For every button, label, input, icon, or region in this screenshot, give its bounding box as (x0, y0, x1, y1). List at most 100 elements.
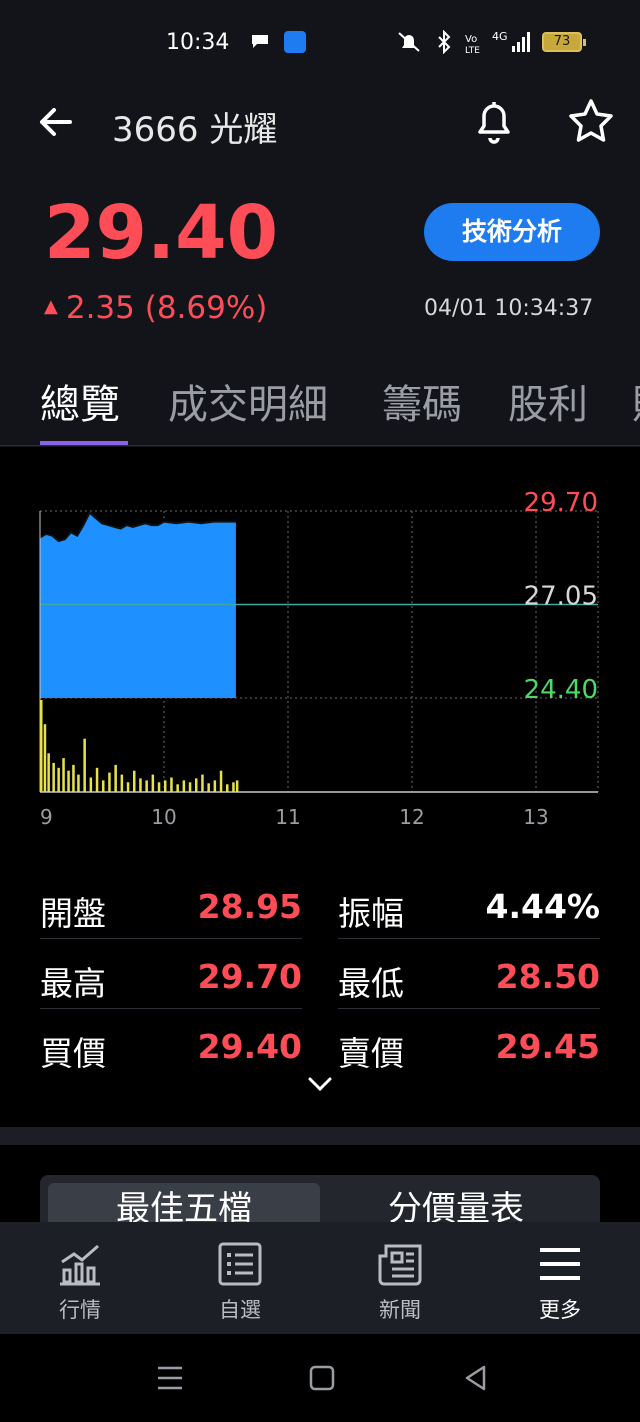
technical-analysis-button[interactable]: 技術分析 (424, 203, 600, 261)
stat-value: 29.45 (495, 1027, 600, 1066)
volume-bar (108, 772, 111, 792)
volume-bar (201, 774, 204, 792)
order-book-section: 最佳五檔 分價量表 (0, 1145, 640, 1222)
volume-bar (120, 774, 124, 792)
volume-bar (195, 778, 198, 792)
back-arrow-icon[interactable] (34, 100, 78, 144)
x-tick-label: 13 (523, 805, 548, 829)
volume-bar (207, 783, 210, 792)
volume-bar (102, 780, 105, 792)
menu-icon (540, 1248, 580, 1280)
recents-icon[interactable] (156, 1364, 184, 1392)
svg-text:Vo: Vo (465, 34, 477, 45)
overview-section: 29.70 27.05 24.40 9 10 11 12 13 開盤 28.95 振幅 4.4… (0, 447, 640, 1127)
stat-value: 28.50 (495, 957, 600, 996)
tab-dividends[interactable]: 股利 (508, 372, 588, 430)
tab-bar: 總覽 成交明細 籌碼 股利 財 (0, 350, 640, 446)
nav-news[interactable]: 新聞 (320, 1222, 480, 1334)
volume-bar (182, 780, 186, 792)
x-tick-label: 9 (40, 805, 53, 829)
volume-bar (226, 784, 229, 792)
stat-label: 買價 (40, 1034, 106, 1073)
current-price: 29.40 (44, 190, 279, 276)
volume-bar (89, 777, 93, 792)
nav-label: 更多 (539, 1298, 581, 1322)
volume-bar (114, 764, 117, 792)
tab-next-partial[interactable]: 財 (632, 372, 640, 430)
volume-bar (139, 778, 142, 792)
stat-ask: 賣價 29.45 (338, 1017, 600, 1079)
volume-bar (164, 780, 167, 792)
best-five-tab[interactable]: 最佳五檔 (48, 1183, 320, 1222)
stat-bid: 買價 29.40 (40, 1017, 302, 1079)
stat-value: 29.40 (197, 1027, 302, 1066)
volte-icon: VoLTE (465, 34, 480, 54)
bottom-nav: 行情 自選 新聞 更多 (0, 1222, 640, 1334)
up-triangle-icon: ▲ (44, 296, 58, 317)
home-icon[interactable] (308, 1364, 336, 1392)
tab-overview[interactable]: 總覽 (40, 372, 120, 430)
quote-timestamp: 04/01 10:34:37 (424, 296, 594, 321)
stat-label: 開盤 (40, 894, 106, 933)
nav-more[interactable]: 更多 (480, 1222, 640, 1334)
stat-amplitude: 振幅 4.44% (338, 877, 600, 939)
battery-icon: 73 (542, 32, 586, 52)
volume-bar (72, 764, 75, 792)
stat-label: 最低 (338, 964, 404, 1003)
y-label-high: 29.70 (524, 488, 598, 518)
price-change: ▲ 2.35 (8.69%) (44, 290, 267, 326)
volume-bar (95, 767, 99, 792)
back-icon[interactable] (462, 1364, 490, 1392)
stat-value: 28.95 (197, 887, 302, 926)
chart-icon (60, 1244, 100, 1286)
volume-bar (232, 782, 235, 792)
chat-icon (252, 35, 268, 48)
star-icon[interactable] (566, 96, 616, 146)
volume-bar (219, 770, 223, 792)
mute-icon (398, 32, 420, 52)
tab-trade-details[interactable]: 成交明細 (168, 372, 328, 430)
volume-bar (176, 784, 179, 792)
volume-bar (157, 782, 161, 792)
bluetooth-icon (438, 30, 451, 54)
nav-label: 行情 (59, 1298, 101, 1322)
page-title: 3666 光耀 (112, 110, 278, 150)
stat-label: 振幅 (338, 894, 404, 933)
x-tick-label: 10 (151, 805, 176, 829)
stat-value: 29.70 (197, 957, 302, 996)
svg-text:4G: 4G (492, 30, 508, 43)
volume-bar (133, 770, 136, 792)
signal-icon: 4G (492, 30, 530, 52)
volume-bar (126, 782, 130, 792)
price-change-value: 2.35 (8.69%) (65, 290, 268, 326)
app-header: 3666 光耀 (0, 84, 640, 164)
volume-bar (145, 780, 148, 792)
y-label-ref: 27.05 (524, 582, 598, 612)
tab-chips[interactable]: 籌碼 (382, 372, 462, 430)
list-icon (218, 1242, 262, 1286)
price-volume-tab[interactable]: 分價量表 (320, 1183, 592, 1222)
chevron-down-icon[interactable] (306, 1075, 334, 1093)
x-tick-label: 11 (275, 805, 300, 829)
volume-bar (52, 762, 55, 792)
volume-bar (235, 780, 239, 792)
volume-bar (67, 770, 70, 792)
y-label-low: 24.40 (524, 675, 598, 705)
bell-icon[interactable] (470, 96, 518, 146)
price-area (40, 512, 236, 698)
volume-bar (62, 758, 65, 792)
system-nav-bar (0, 1334, 640, 1422)
volume-bar (213, 780, 217, 792)
intraday-chart[interactable]: 29.70 27.05 24.40 9 10 11 12 13 (0, 447, 640, 837)
nav-market[interactable]: 行情 (0, 1222, 160, 1334)
volume-bar (151, 774, 155, 792)
nav-watchlist[interactable]: 自選 (160, 1222, 320, 1334)
stat-low: 最低 28.50 (338, 947, 600, 1009)
volume-bar (57, 767, 60, 792)
stat-label: 賣價 (338, 1034, 404, 1073)
volume-bar (83, 738, 86, 792)
status-bar: 10:34 Vo LTE 4G 73 (0, 0, 640, 84)
volume-bar (188, 782, 192, 792)
status-time: 10:34 (166, 30, 230, 55)
nav-label: 新聞 (379, 1298, 421, 1322)
